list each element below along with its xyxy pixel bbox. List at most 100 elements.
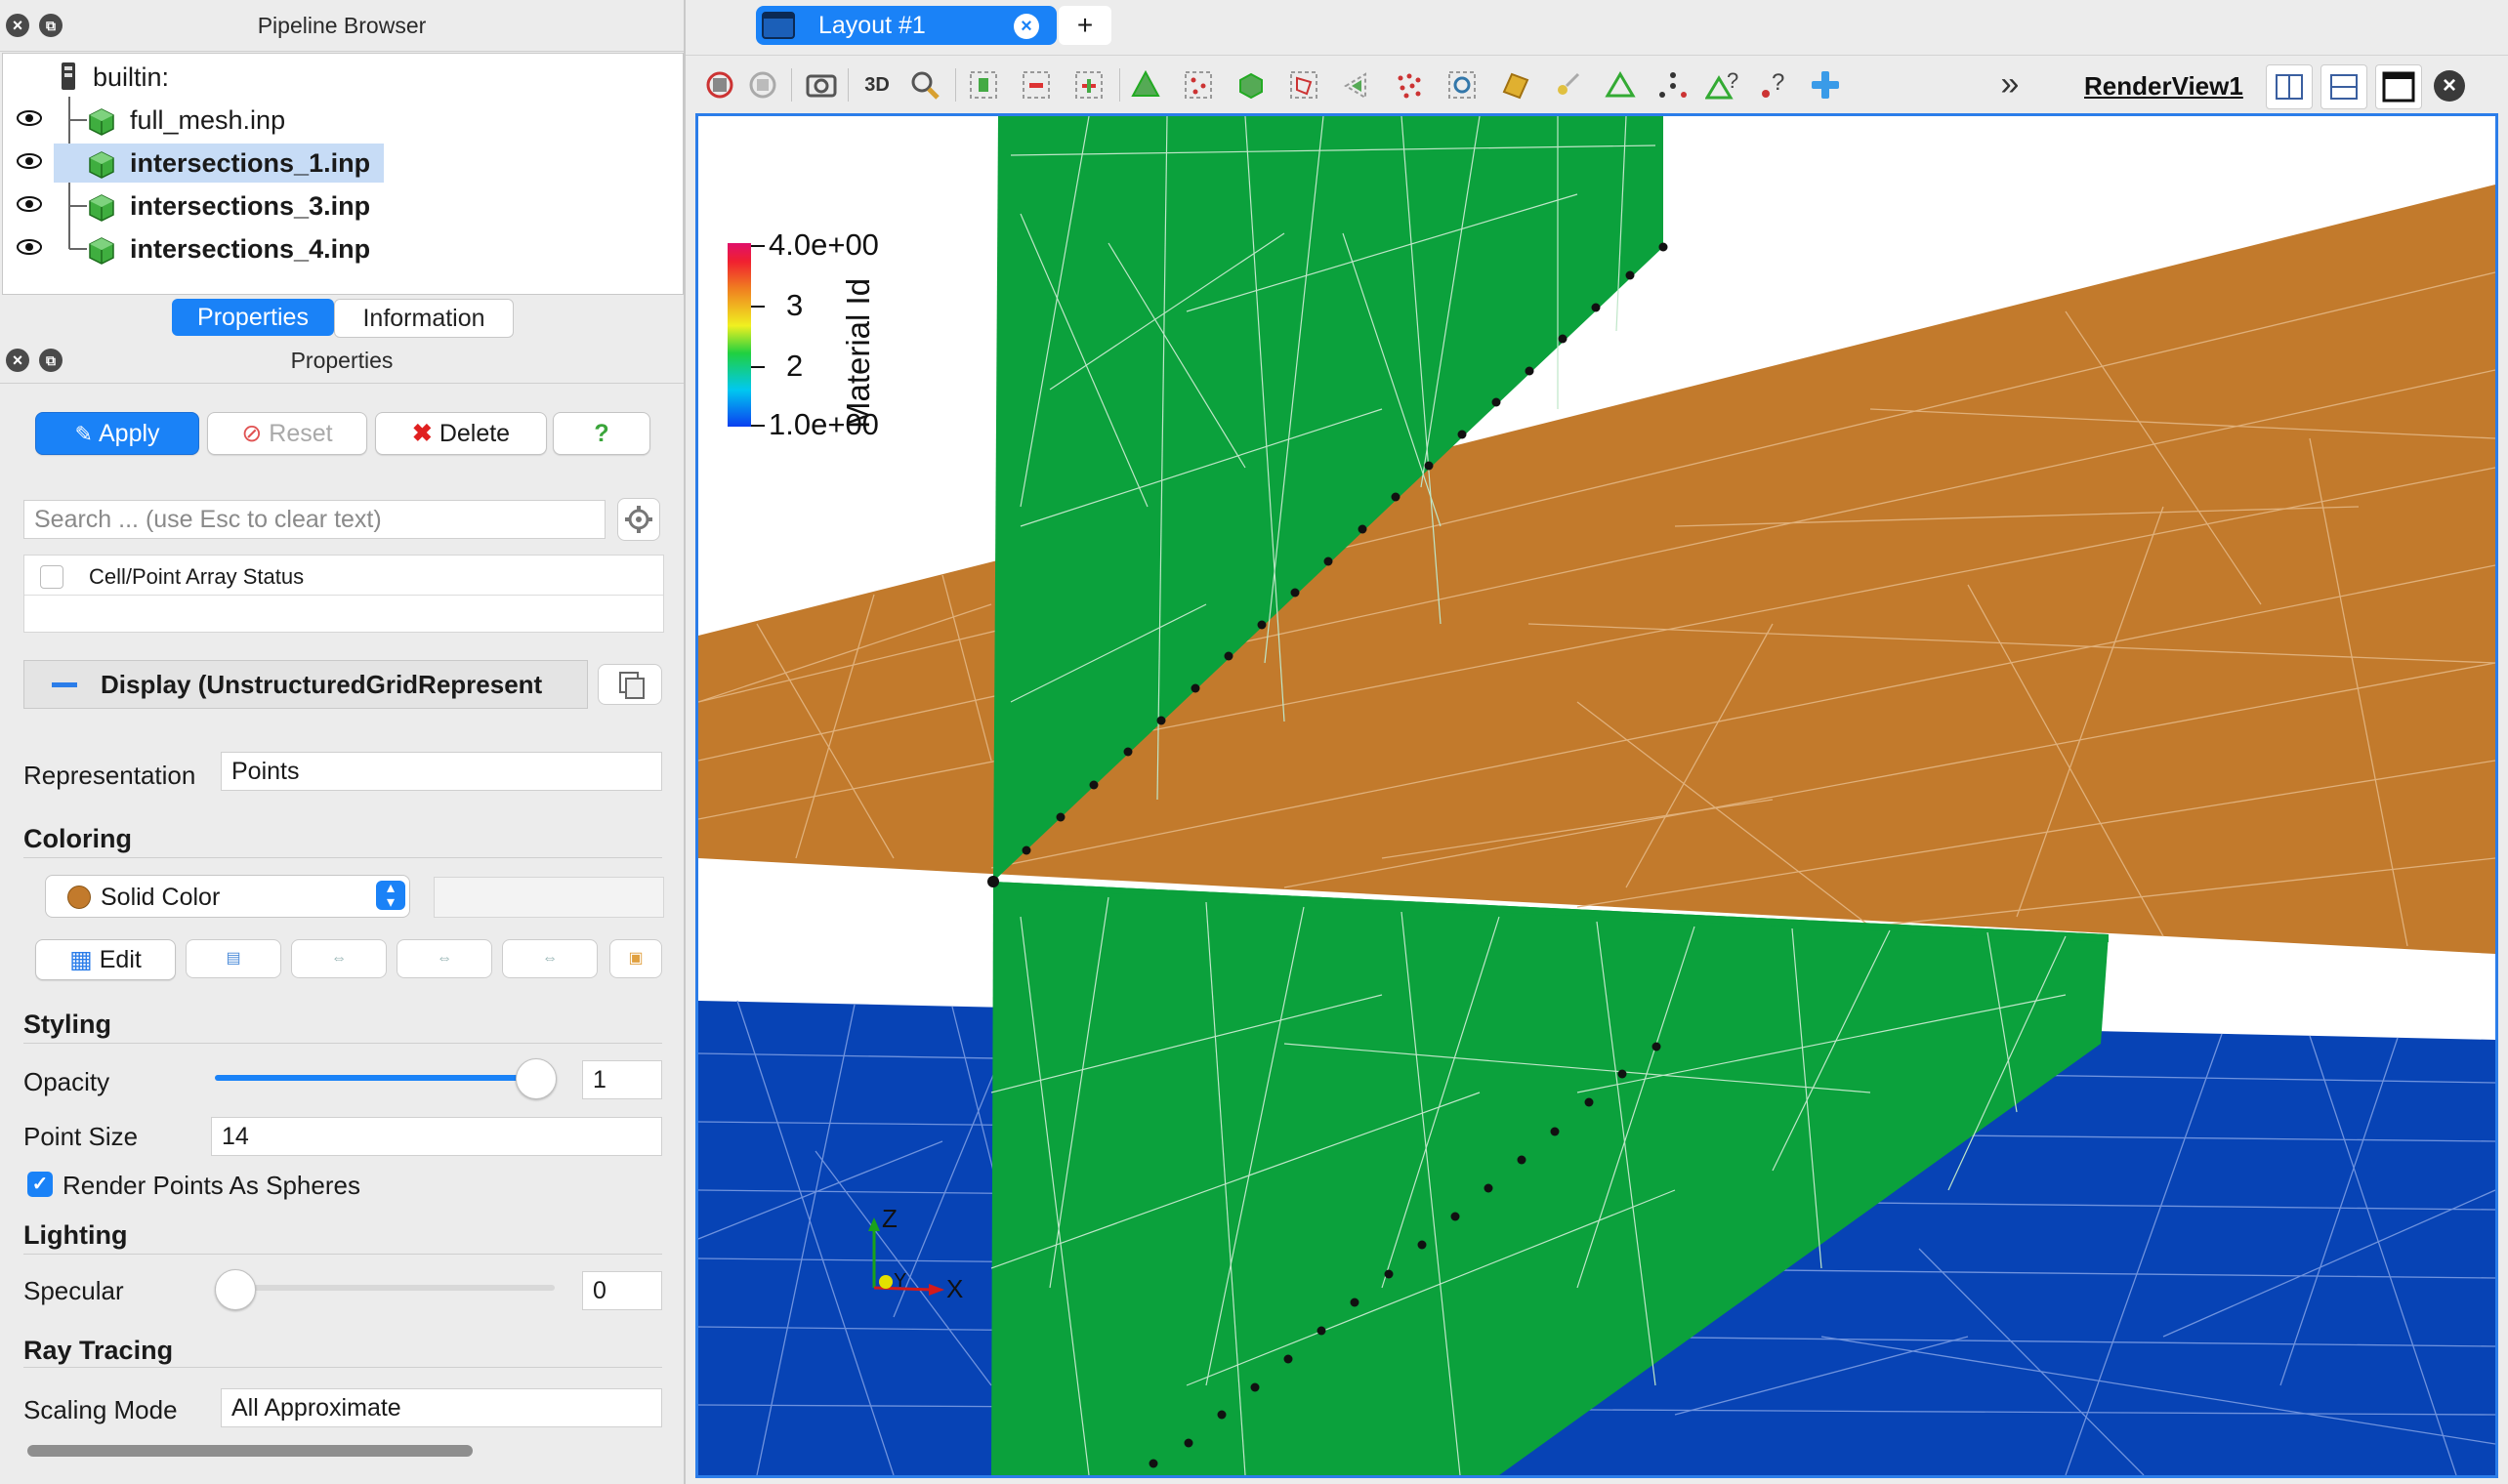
rescale-custom-button[interactable]: ⇔ [397, 939, 492, 978]
eye-icon[interactable] [17, 194, 42, 214]
tab-layout-1[interactable]: Layout #1 × [756, 6, 1057, 45]
pipeline-item[interactable]: intersections_3.inp [3, 185, 683, 227]
ray-tracing-section: Ray Tracing [23, 1336, 174, 1365]
rescale-custom-icon: ⇔ [437, 950, 452, 967]
close-tab-icon[interactable]: × [1014, 14, 1039, 39]
copy-button[interactable] [598, 664, 662, 705]
gear-icon [625, 506, 652, 533]
tab-information[interactable]: Information [334, 299, 514, 338]
add-layout-button[interactable]: + [1059, 6, 1111, 45]
render-view[interactable]: 4.0e+00 3 2 1.0e+00 Material Id Z Y X [695, 113, 2498, 1478]
opacity-label: Opacity [23, 1067, 110, 1096]
display-header-label: Display (UnstructuredGridRepresent [101, 670, 543, 699]
pipeline-item-selected[interactable]: intersections_1.inp [3, 142, 683, 185]
divider [23, 1367, 662, 1368]
scalar-bar-tick [751, 245, 765, 247]
select-polygon-cells-icon[interactable] [1285, 66, 1322, 103]
hover-points-icon[interactable] [1654, 66, 1692, 103]
select-block-icon[interactable] [1233, 66, 1270, 103]
settings-button[interactable] [617, 498, 660, 541]
rescale-button[interactable]: ⇔ [291, 939, 387, 978]
opacity-slider-handle[interactable] [516, 1058, 557, 1099]
panel-tabs: Properties Information [0, 295, 684, 338]
toolbar-overflow-button[interactable]: » [1990, 62, 2029, 105]
specular-input[interactable]: 0 [582, 1271, 662, 1310]
reset-icon: ⊘ [241, 420, 270, 447]
toolbar-separator [1119, 68, 1120, 102]
tab-properties[interactable]: Properties [172, 299, 334, 336]
extract-selection-icon[interactable] [1496, 66, 1533, 103]
specular-label: Specular [23, 1276, 124, 1305]
select-polygon-points-icon[interactable] [1338, 66, 1375, 103]
axis-y-label: Y [894, 1270, 907, 1292]
find-data-cells-icon[interactable]: ? [1705, 66, 1742, 103]
interactive-select-points-icon[interactable] [1391, 66, 1428, 103]
render-spheres-label: Render Points As Spheres [63, 1171, 360, 1200]
eye-icon[interactable] [17, 151, 42, 171]
camera-icon[interactable] [803, 66, 840, 103]
palette-icon: ▤ [226, 950, 241, 967]
specular-slider-track[interactable] [215, 1285, 555, 1291]
delete-button[interactable]: ✖ Delete [375, 412, 547, 455]
tree-root[interactable]: builtin: [3, 56, 683, 99]
select-cells-on-icon[interactable] [965, 66, 1002, 103]
select-points-on-icon[interactable] [1018, 66, 1055, 103]
reset-button[interactable]: ⊘ Reset [207, 412, 367, 455]
split-horizontal-button[interactable] [2266, 64, 2313, 109]
reset-camera-closest-icon[interactable] [744, 66, 781, 103]
edit-button[interactable]: ▦ Edit [35, 939, 176, 980]
array-component-select[interactable] [434, 877, 664, 918]
close-view-icon[interactable]: × [2434, 70, 2465, 102]
scalar-bar-tick-label: 4.0e+00 [769, 227, 879, 262]
help-button[interactable]: ? [553, 412, 650, 455]
point-size-label: Point Size [23, 1122, 139, 1151]
render-view-title[interactable]: RenderView1 [2084, 66, 2243, 105]
coloring-select[interactable]: Solid Color ▴ ▾ [45, 875, 410, 918]
eye-icon[interactable] [17, 108, 42, 128]
pipeline-item[interactable]: intersections_4.inp [3, 227, 683, 270]
solid-color-swatch [67, 886, 91, 909]
hover-cells-icon[interactable] [1602, 66, 1639, 103]
maximize-icon [2382, 71, 2415, 103]
representation-select[interactable]: Points [221, 752, 662, 791]
select-frustum-points-icon[interactable] [1180, 66, 1217, 103]
scalar-bar-tick-label: 2 [786, 349, 804, 383]
maximize-button[interactable] [2375, 64, 2422, 109]
toolbar-separator [791, 68, 792, 102]
render-spheres-checkbox[interactable]: ✓ [27, 1172, 53, 1197]
array-status-checkbox[interactable] [40, 565, 63, 589]
opacity-input[interactable]: 1 [582, 1060, 662, 1099]
display-section-header[interactable]: Display (UnstructuredGridRepresent [23, 660, 588, 709]
pipeline-item-label: full_mesh.inp [130, 105, 286, 135]
find-data-points-icon[interactable]: ? [1756, 66, 1793, 103]
apply-icon: ✎ [74, 422, 99, 446]
scaling-mode-select[interactable]: All Approximate [221, 1388, 662, 1427]
clear-selection-icon[interactable] [1549, 66, 1586, 103]
color-map-button[interactable]: ▤ [186, 939, 281, 978]
horizontal-scrollbar[interactable] [27, 1445, 473, 1457]
lighting-section: Lighting [23, 1220, 128, 1250]
3d-toggle-button[interactable]: 3D [856, 66, 899, 103]
render-toolbar: 3D ? ? » RenderView1 × [686, 55, 2508, 115]
split-horizontal-icon [2276, 74, 2303, 100]
eye-icon[interactable] [17, 237, 42, 257]
scalar-bar-title: Material Id [840, 277, 876, 429]
grow-selection-icon[interactable] [1443, 66, 1481, 103]
pipeline-item-label: intersections_4.inp [130, 234, 371, 264]
search-input[interactable]: Search ... (use Esc to clear text) [23, 500, 606, 539]
pipeline-item[interactable]: full_mesh.inp [3, 99, 683, 142]
add-icon[interactable] [1807, 66, 1844, 103]
select-frustum-cells-icon[interactable] [1127, 66, 1164, 103]
point-size-input[interactable]: 14 [211, 1117, 662, 1156]
more-color-button[interactable]: ▣ [609, 939, 662, 978]
zoom-to-box-icon[interactable] [906, 66, 943, 103]
apply-button[interactable]: ✎ Apply [35, 412, 199, 455]
select-cells-through-icon[interactable] [1070, 66, 1108, 103]
split-vertical-button[interactable] [2320, 64, 2367, 109]
reset-camera-icon[interactable] [701, 66, 738, 103]
rescale-visible-icon: ⇔ [542, 950, 558, 967]
rescale-visible-button[interactable]: ⇔ [502, 939, 598, 978]
scaling-mode-label: Scaling Mode [23, 1395, 178, 1424]
tree-root-label: builtin: [93, 62, 170, 92]
specular-slider-handle[interactable] [215, 1269, 256, 1310]
